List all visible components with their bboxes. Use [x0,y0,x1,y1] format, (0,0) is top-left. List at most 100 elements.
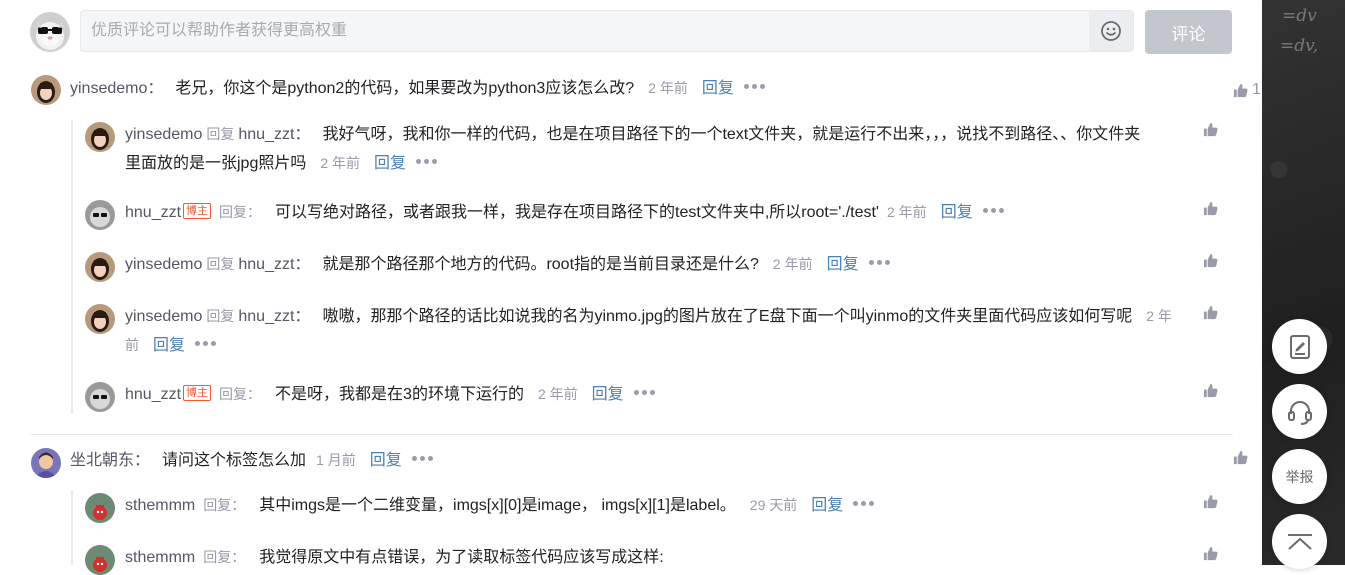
reply-text: 嗷嗷，那那个路径的话比如说我的名为yinmo.jpg的图片放在了E盘下面一个叫y… [322,308,1133,325]
emoji-button[interactable] [1089,11,1133,51]
avatar[interactable] [85,493,115,523]
thumbs-up-icon [1233,83,1248,97]
submit-comment-button[interactable]: 评论 [1145,10,1232,54]
report-button[interactable]: 举报 [1272,449,1327,504]
reply-text: 可以写绝对路径，或者跟我一样，我是存在项目路径下的test文件夹中,所以root… [275,204,879,221]
smiley-icon [1101,21,1121,41]
like-button[interactable] [1203,122,1233,137]
thumbs-up-icon [1203,546,1218,561]
avatar[interactable] [85,304,115,334]
reply-link[interactable]: 回复 [370,452,402,469]
comment-username[interactable]: 坐北朝东 [70,452,134,469]
avatar[interactable] [85,200,115,230]
reply-link[interactable]: 回复 [153,337,185,354]
reply-text: 我觉得原文中有点错误，为了读取标签代码应该写成这样: [259,549,664,566]
thread-line [71,120,73,414]
note-edit-icon [1289,334,1310,359]
avatar[interactable] [85,545,115,575]
reply-username[interactable]: yinsedemo [125,126,202,143]
reply-text: 就是那个路径那个地方的代码。root指的是当前目录还是什么? [322,256,759,273]
comment-text: 老兄，你这个是python2的代码，如果要改为python3应该怎么改? [175,80,635,97]
more-dots-icon[interactable] [868,259,891,266]
thumbs-up-icon [1203,494,1218,509]
report-label: 举报 [1285,468,1314,485]
comment-input[interactable] [81,11,1089,51]
back-to-top-button[interactable] [1272,514,1327,569]
reply-item: sthemmm 回复： 其中imgs是一个二维变量，imgs[x][0]是image… [85,491,1235,523]
like-button[interactable] [1233,450,1263,465]
reply-username[interactable]: yinsedemo [125,256,202,273]
thumbs-up-icon [1203,122,1218,137]
reply-time: 2 年前 [320,155,361,171]
headset-icon [1287,400,1312,425]
more-dots-icon[interactable] [982,207,1005,214]
more-dots-icon[interactable] [633,389,656,396]
like-button[interactable] [1203,546,1233,561]
notes-button[interactable] [1272,319,1327,374]
comment-section: 评论 yinsedemo：老兄，你这个是python2的代码，如果要改为pyth… [0,0,1262,575]
reply-target[interactable]: hnu_zzt [238,308,294,325]
more-dots-icon[interactable] [416,158,438,165]
comment-text: 请问这个标签怎么加 [162,452,307,469]
like-count: 1 [1252,81,1261,98]
thumbs-up-icon [1203,253,1218,268]
reply-link[interactable]: 回复 [941,204,973,221]
reply-time: 2 年前 [772,256,813,272]
reply-link[interactable]: 回复 [702,80,734,97]
thumbs-up-icon [1203,201,1218,216]
reply-text: 不是呀，我都是在3的环境下运行的 [275,386,524,403]
comment-item: yinsedemo： 老兄，你这个是python2的代码，如果要改为python3… [30,74,1261,106]
customer-service-button[interactable] [1272,384,1327,439]
reply-text: 其中imgs是一个二维变量，imgs[x][0]是image， imgs[x][… [259,497,736,514]
reply-link[interactable]: 回复 [374,155,406,172]
more-dots-icon[interactable] [743,83,766,90]
reply-link[interactable]: 回复 [592,386,624,403]
thumbs-up-icon [1233,450,1248,465]
avatar[interactable] [31,75,61,105]
comment-username[interactable]: yinsedemo [70,80,147,97]
reply-username[interactable]: sthemmm [125,549,195,566]
reply-username[interactable]: hnu_zzt [125,386,181,403]
reply-target[interactable]: hnu_zzt [238,256,294,273]
avatar[interactable] [85,382,115,412]
more-dots-icon[interactable] [195,340,217,347]
reply-item: sthemmm 回复： 我觉得原文中有点错误，为了读取标签代码应该写成这样: [85,543,1235,575]
more-dots-icon[interactable] [411,455,434,462]
current-user-avatar[interactable] [30,12,70,52]
like-button[interactable] [1203,305,1233,320]
blogger-badge: 博主 [183,202,212,219]
comment-item: 坐北朝东： 请问这个标签怎么加 1 月前 回复 [30,446,1248,478]
reply-item: yinsedemo 回复 hnu_zzt： 我好气呀，我和你一样的代码，也是在项目路径… [85,120,1235,176]
blogger-badge: 博主 [183,384,212,401]
reply-time: 29 天前 [749,497,798,513]
reply-link[interactable]: 回复 [811,497,843,514]
reply-item: yinsedemo 回复 hnu_zzt： 嗷嗷，那那个路径的话比如说我的名为yinm… [85,302,1235,358]
like-button[interactable]: 1 [1233,76,1263,104]
comment-input-row: 评论 [30,10,1233,54]
avatar[interactable] [85,122,115,152]
comment-input-box [80,10,1134,52]
thread-line [71,490,73,565]
reply-link[interactable]: 回复 [827,256,859,273]
like-button[interactable] [1203,253,1233,268]
comment-divider [30,434,1233,435]
reply-username[interactable]: hnu_zzt [125,204,181,221]
reply-time: 2 年前 [887,204,927,220]
reply-item: hnu_zzt 博主 回复： 不是呀，我都是在3的环境下运行的 2 年前 回复 [85,380,1235,412]
avatar[interactable] [85,252,115,282]
reply-username[interactable]: sthemmm [125,497,195,514]
reply-item: yinsedemo 回复 hnu_zzt： 就是那个路径那个地方的代码。root指的是… [85,250,1235,282]
chalk-text: =dv [1282,6,1317,26]
like-button[interactable] [1203,494,1233,509]
reply-username[interactable]: yinsedemo [125,308,202,325]
reply-time: 2 年前 [537,386,578,402]
like-button[interactable] [1203,201,1233,216]
comment-time: 1 月前 [316,452,356,468]
like-button[interactable] [1203,383,1233,398]
chalk-text: =dv, [1280,36,1319,56]
back-to-top-icon [1287,533,1312,550]
reply-target[interactable]: hnu_zzt [238,126,294,143]
avatar[interactable] [31,448,61,478]
comment-time: 2 年前 [648,80,688,96]
more-dots-icon[interactable] [853,500,875,507]
